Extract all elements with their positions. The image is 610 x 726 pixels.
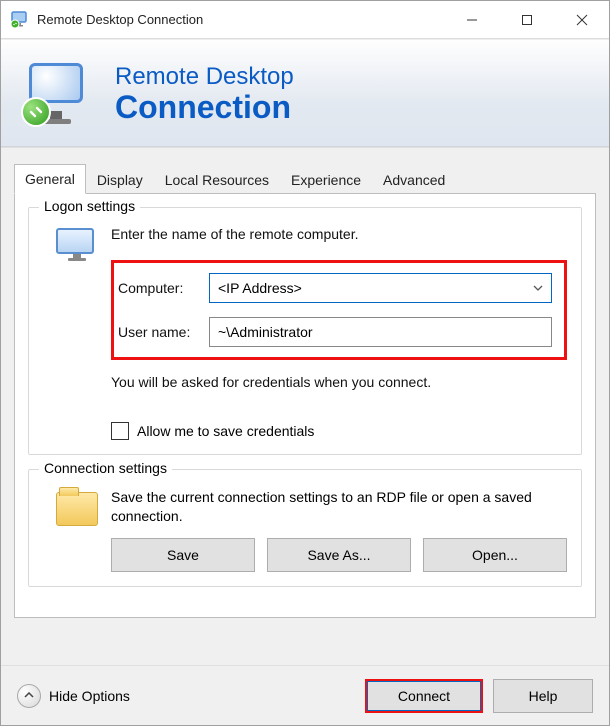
highlight-box: Computer: <IP Address> User name: xyxy=(111,260,567,360)
tab-advanced[interactable]: Advanced xyxy=(372,165,456,194)
chevron-down-icon xyxy=(533,282,543,294)
content-area: General Display Local Resources Experien… xyxy=(1,147,609,665)
app-icon xyxy=(11,11,29,29)
title-bar: Remote Desktop Connection xyxy=(1,1,609,39)
banner-line2: Connection xyxy=(115,91,294,123)
banner-line1: Remote Desktop xyxy=(115,63,294,91)
logon-instruction: Enter the name of the remote computer. xyxy=(111,226,567,242)
banner-text: Remote Desktop Connection xyxy=(115,63,294,123)
connect-button[interactable]: Connect xyxy=(365,679,483,713)
username-value: ~\Administrator xyxy=(218,324,313,340)
help-button[interactable]: Help xyxy=(493,679,593,713)
computer-icon xyxy=(43,226,111,360)
computer-value: <IP Address> xyxy=(218,280,302,296)
allow-save-checkbox[interactable] xyxy=(111,422,129,440)
window-title: Remote Desktop Connection xyxy=(37,12,444,27)
open-button[interactable]: Open... xyxy=(423,538,567,572)
tab-general[interactable]: General xyxy=(14,164,86,194)
logon-settings-group: Logon settings Enter the name of the rem… xyxy=(28,207,582,455)
username-label: User name: xyxy=(114,324,209,340)
folder-icon xyxy=(43,488,111,572)
connection-settings-group: Connection settings Save the current con… xyxy=(28,469,582,587)
rdc-window: Remote Desktop Connection xyxy=(0,0,610,726)
computer-label: Computer: xyxy=(114,280,209,296)
collapse-arrow-icon[interactable] xyxy=(17,684,41,708)
bottom-bar: Hide Options Connect Help xyxy=(1,665,609,725)
tab-strip: General Display Local Resources Experien… xyxy=(14,163,596,193)
minimize-button[interactable] xyxy=(444,1,499,39)
save-button[interactable]: Save xyxy=(111,538,255,572)
window-controls xyxy=(444,1,609,39)
tab-experience[interactable]: Experience xyxy=(280,165,372,194)
tab-display[interactable]: Display xyxy=(86,165,154,194)
banner: Remote Desktop Connection xyxy=(1,39,609,147)
logon-group-title: Logon settings xyxy=(39,198,140,214)
tab-panel-general: Logon settings Enter the name of the rem… xyxy=(14,193,596,618)
hide-options-link[interactable]: Hide Options xyxy=(49,688,365,704)
close-button[interactable] xyxy=(554,1,609,39)
connection-group-title: Connection settings xyxy=(39,460,172,476)
credential-note: You will be asked for credentials when y… xyxy=(111,374,567,390)
allow-save-label[interactable]: Allow me to save credentials xyxy=(137,423,314,439)
rdc-logo-icon xyxy=(25,61,89,125)
allow-save-row: Allow me to save credentials xyxy=(111,422,567,440)
connection-text: Save the current connection settings to … xyxy=(111,488,567,526)
computer-combobox[interactable]: <IP Address> xyxy=(209,273,552,303)
save-as-button[interactable]: Save As... xyxy=(267,538,411,572)
tab-local-resources[interactable]: Local Resources xyxy=(154,165,280,194)
maximize-button[interactable] xyxy=(499,1,554,39)
username-input[interactable]: ~\Administrator xyxy=(209,317,552,347)
